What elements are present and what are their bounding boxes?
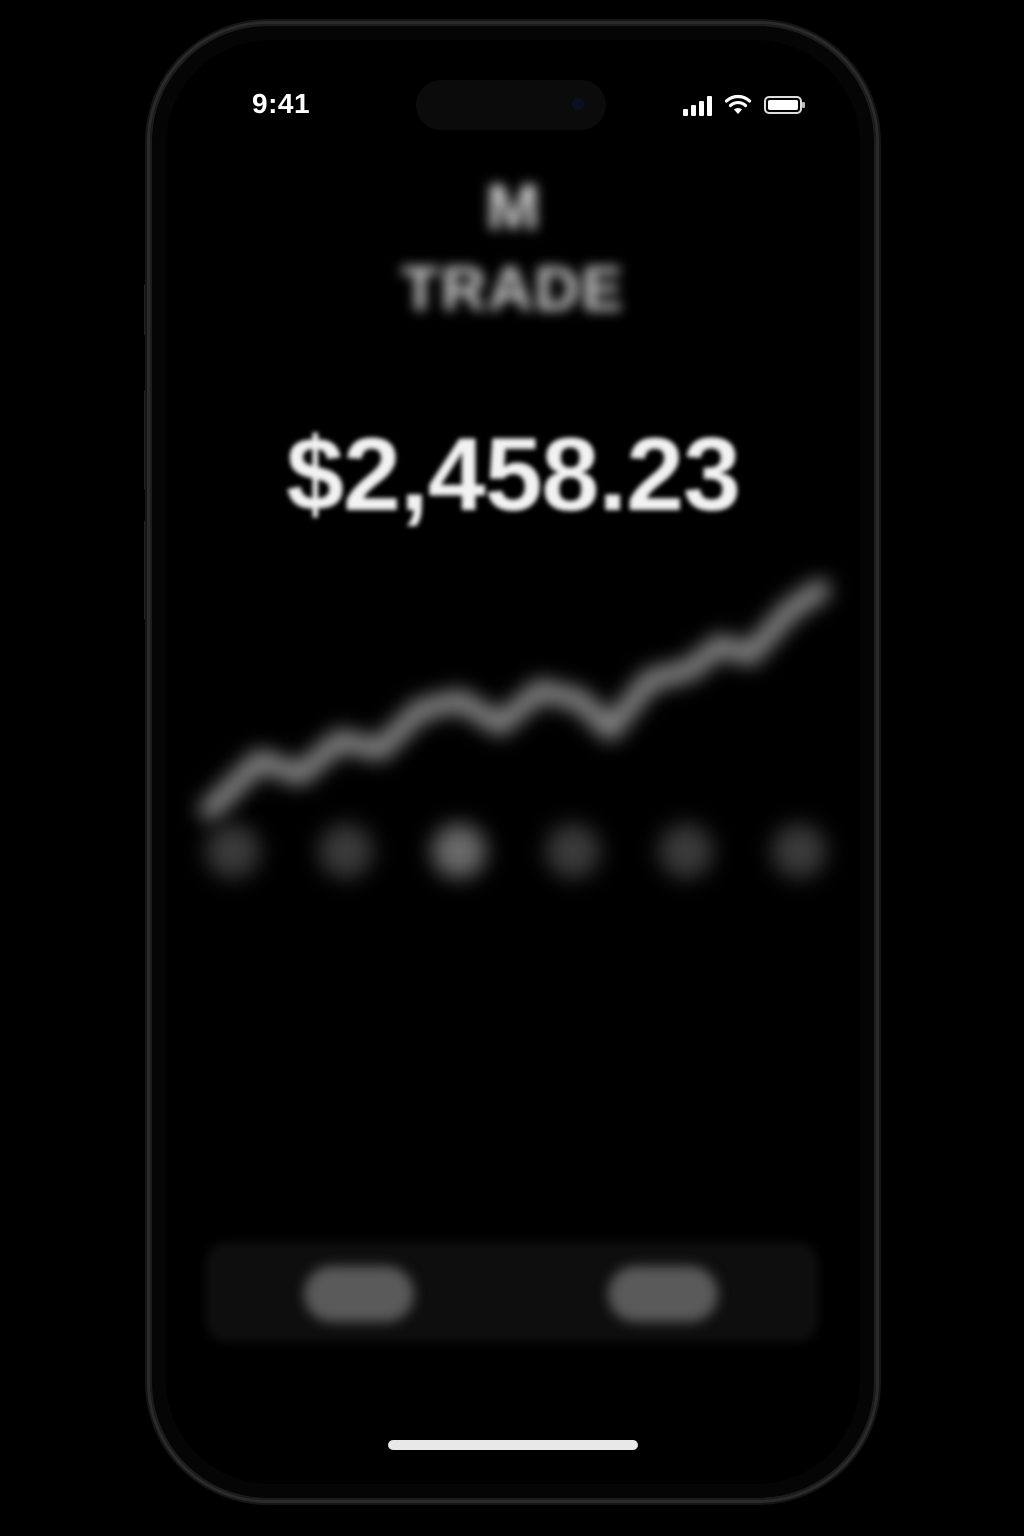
range-button-active[interactable]: [432, 824, 487, 878]
price-chart[interactable]: [190, 550, 840, 830]
time-range-selector: [206, 816, 826, 886]
price-line: [200, 580, 830, 820]
range-button[interactable]: [545, 824, 600, 878]
device-stage: 9:41 M TRADE $2,458.23: [0, 0, 1024, 1536]
trading-app: M TRADE $2,458.23: [166, 40, 860, 1484]
home-indicator[interactable]: [388, 1440, 638, 1450]
stat-row: [200, 902, 830, 970]
volume-up-button: [144, 390, 149, 490]
range-button[interactable]: [771, 824, 826, 878]
volume-down-button: [144, 520, 149, 620]
buy-button[interactable]: [304, 1266, 414, 1322]
phone-screen: 9:41 M TRADE $2,458.23: [166, 40, 860, 1484]
stats-list: [200, 902, 830, 1242]
app-logo: M: [486, 171, 540, 243]
stat-row: [200, 1038, 830, 1106]
power-button: [876, 430, 881, 600]
stat-row: [200, 1174, 830, 1242]
portfolio-balance: $2,458.23: [286, 417, 741, 533]
range-button[interactable]: [206, 824, 260, 878]
stat-row: [200, 1106, 830, 1174]
silent-switch: [144, 284, 149, 336]
stat-row: [200, 970, 830, 1038]
trade-actions-bar: [208, 1244, 816, 1340]
range-button[interactable]: [319, 824, 374, 878]
sell-button[interactable]: [608, 1266, 718, 1322]
brand-name: TRADE: [401, 255, 625, 324]
range-button[interactable]: [658, 824, 713, 878]
